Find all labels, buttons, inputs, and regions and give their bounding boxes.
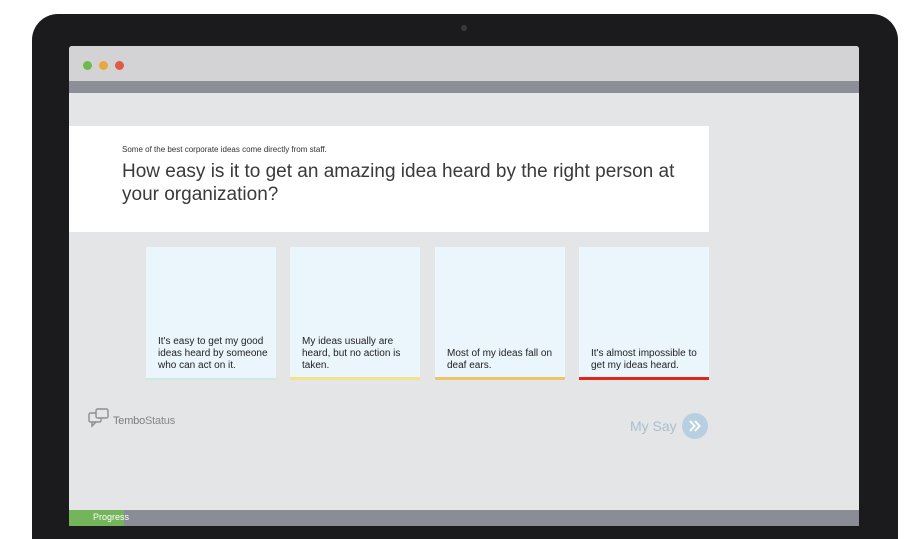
question-intro: Some of the best corporate ideas come di… xyxy=(122,145,327,154)
my-say-button[interactable]: My Say xyxy=(630,413,708,439)
progress-bar: Progress xyxy=(69,510,859,526)
window-yellow-dot[interactable] xyxy=(99,61,108,70)
my-say-label: My Say xyxy=(630,418,677,434)
answer-option-label: My ideas usually are heard, but no actio… xyxy=(302,336,401,371)
question-card: Some of the best corporate ideas come di… xyxy=(69,126,709,232)
progress-label: Progress xyxy=(93,512,130,522)
answer-option-accent-bar xyxy=(146,378,276,380)
browser-screen: Some of the best corporate ideas come di… xyxy=(69,46,859,526)
camera-dot xyxy=(461,25,467,31)
answer-option-accent-bar xyxy=(579,377,709,380)
brand-logo: TemboStatus xyxy=(88,408,175,433)
answer-option-accent-bar xyxy=(290,377,420,380)
answer-option-accent-bar xyxy=(435,377,565,380)
answer-option-label: It's easy to get my good ideas heard by … xyxy=(158,336,268,371)
question-text: How easy is it to get an amazing idea he… xyxy=(122,161,675,205)
answer-option-label: It's almost impossible to get my ideas h… xyxy=(591,348,697,371)
answer-option-1[interactable]: It's easy to get my good ideas heard by … xyxy=(146,247,276,380)
window-titlebar xyxy=(69,46,859,81)
chat-bubbles-icon xyxy=(88,408,110,433)
answer-option-label: Most of my ideas fall on deaf ears. xyxy=(447,348,553,371)
laptop-frame: Some of the best corporate ideas come di… xyxy=(32,14,898,539)
app-header-bar xyxy=(69,81,859,93)
window-green-dot[interactable] xyxy=(83,61,92,70)
answer-option-4[interactable]: It's almost impossible to get my ideas h… xyxy=(579,247,709,380)
brand-name: TemboStatus xyxy=(113,414,176,427)
double-chevron-right-icon xyxy=(681,413,708,439)
window-red-dot[interactable] xyxy=(115,61,124,70)
answer-option-2[interactable]: My ideas usually are heard, but no actio… xyxy=(290,247,420,380)
answer-option-3[interactable]: Most of my ideas fall on deaf ears. xyxy=(435,247,565,380)
